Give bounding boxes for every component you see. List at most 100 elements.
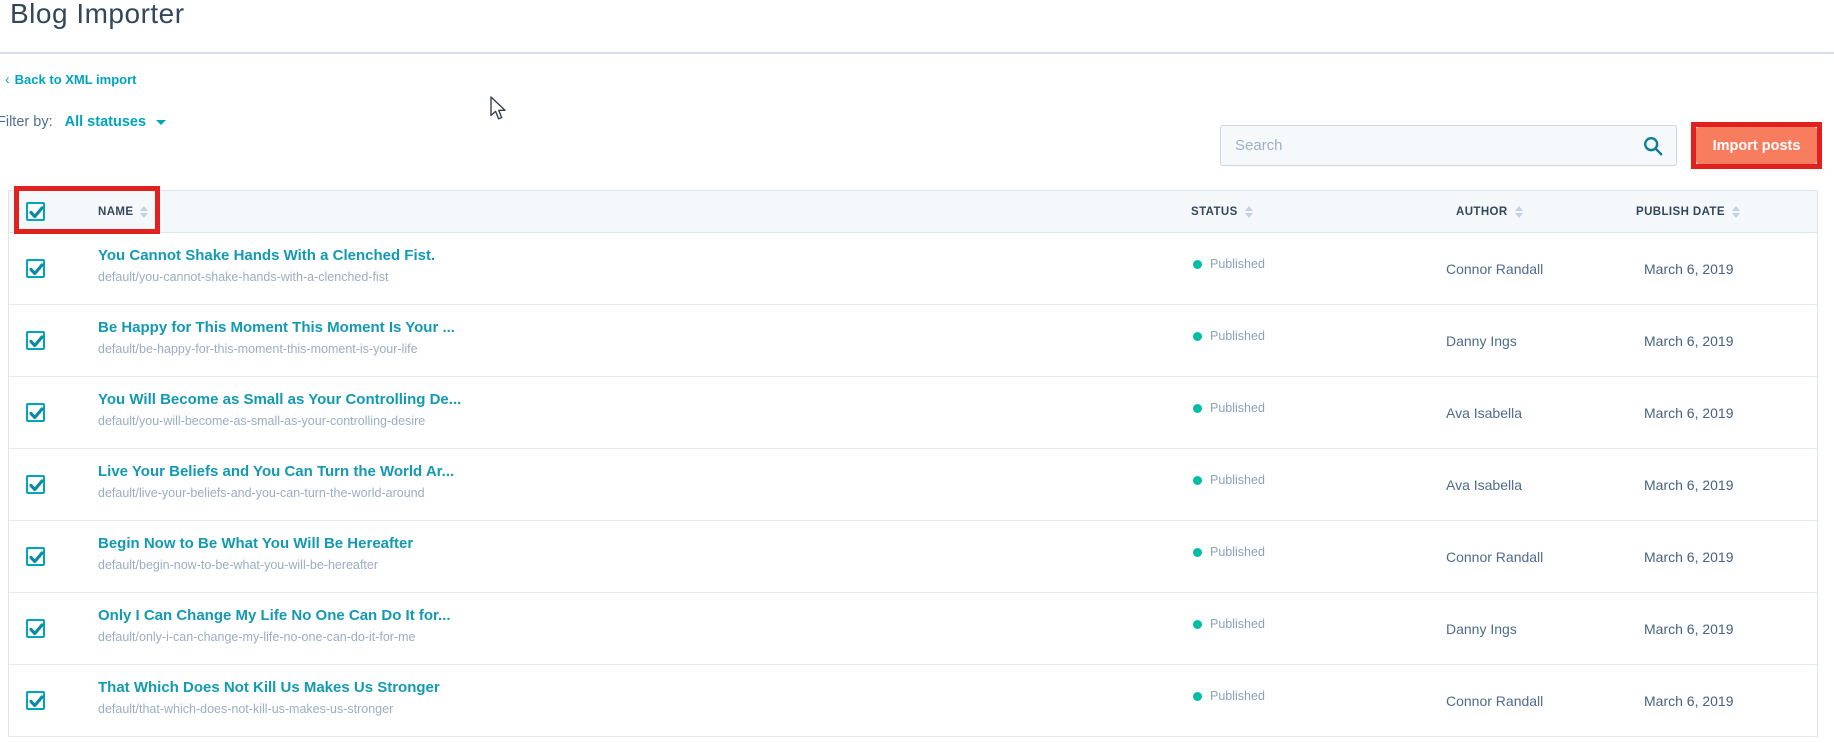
table-row[interactable]: Begin Now to Be What You Will Be Hereaft…: [9, 521, 1817, 593]
row-checkbox[interactable]: [26, 619, 45, 638]
published-status-dot-icon: [1193, 548, 1202, 557]
checkmark-icon: [29, 335, 44, 348]
table-row[interactable]: That Which Does Not Kill Us Makes Us Str…: [9, 665, 1817, 737]
post-name-cell: Only I Can Change My Life No One Can Do …: [98, 607, 451, 644]
post-publish-date: March 6, 2019: [1644, 693, 1734, 709]
column-header-publish-date[interactable]: PUBLISH DATE: [1636, 191, 1740, 233]
select-all-checkbox[interactable]: [26, 202, 45, 221]
column-header-name-label: NAME: [98, 206, 133, 218]
sort-icon: [140, 206, 148, 218]
post-slug: default/live-your-beliefs-and-you-can-tu…: [98, 486, 454, 500]
post-name-cell: Begin Now to Be What You Will Be Hereaft…: [98, 535, 413, 572]
import-posts-button[interactable]: Import posts: [1696, 127, 1817, 164]
post-publish-date: March 6, 2019: [1644, 621, 1734, 637]
post-status-label: Published: [1210, 257, 1265, 271]
checkmark-icon: [29, 623, 44, 636]
published-status-dot-icon: [1193, 404, 1202, 413]
status-filter-value: All statuses: [65, 114, 146, 130]
table-row[interactable]: You Will Become as Small as Your Control…: [9, 377, 1817, 449]
post-status-label: Published: [1210, 617, 1265, 631]
blog-importer-page: Blog Importer ‹ Back to XML import Filter…: [0, 0, 1834, 743]
row-checkbox[interactable]: [26, 403, 45, 422]
search-icon[interactable]: [1642, 135, 1664, 157]
post-slug: default/begin-now-to-be-what-you-will-be…: [98, 558, 413, 572]
post-status: Published: [1193, 401, 1265, 415]
posts-table: NAME STATUS AUTHOR PUBLISH DATE Yo: [8, 190, 1818, 737]
post-status-label: Published: [1210, 401, 1265, 415]
back-link-label: Back to XML import: [15, 72, 137, 87]
annotation-box-import-button: Import posts: [1691, 122, 1822, 169]
column-header-publish-date-label: PUBLISH DATE: [1636, 206, 1725, 218]
published-status-dot-icon: [1193, 332, 1202, 341]
chevron-left-icon: ‹: [5, 71, 10, 87]
post-title-link[interactable]: Only I Can Change My Life No One Can Do …: [98, 607, 451, 624]
post-author: Danny Ings: [1446, 621, 1517, 637]
column-header-author[interactable]: AUTHOR: [1456, 191, 1523, 233]
column-header-name[interactable]: NAME: [98, 191, 148, 233]
checkmark-icon: [29, 695, 44, 708]
post-author: Connor Randall: [1446, 549, 1543, 565]
table-header-row: NAME STATUS AUTHOR PUBLISH DATE: [9, 191, 1817, 233]
post-name-cell: That Which Does Not Kill Us Makes Us Str…: [98, 679, 440, 716]
published-status-dot-icon: [1193, 260, 1202, 269]
post-author: Connor Randall: [1446, 693, 1543, 709]
post-author: Ava Isabella: [1446, 405, 1522, 421]
post-status: Published: [1193, 545, 1265, 559]
row-checkbox[interactable]: [26, 475, 45, 494]
post-status: Published: [1193, 257, 1265, 271]
mouse-cursor: [487, 96, 509, 122]
post-publish-date: March 6, 2019: [1644, 261, 1734, 277]
column-header-status[interactable]: STATUS: [1191, 191, 1253, 233]
search-input[interactable]: [1221, 126, 1676, 165]
sort-icon: [1515, 206, 1523, 218]
post-status-label: Published: [1210, 473, 1265, 487]
chevron-down-icon: [156, 120, 166, 125]
post-publish-date: March 6, 2019: [1644, 333, 1734, 349]
sort-icon: [1732, 206, 1740, 218]
checkmark-icon: [29, 551, 44, 564]
post-title-link[interactable]: Be Happy for This Moment This Moment Is …: [98, 319, 455, 336]
post-publish-date: March 6, 2019: [1644, 477, 1734, 493]
post-slug: default/that-which-does-not-kill-us-make…: [98, 702, 440, 716]
post-slug: default/you-will-become-as-small-as-your…: [98, 414, 461, 428]
post-author: Ava Isabella: [1446, 477, 1522, 493]
post-title-link[interactable]: That Which Does Not Kill Us Makes Us Str…: [98, 679, 440, 696]
post-title-link[interactable]: Begin Now to Be What You Will Be Hereaft…: [98, 535, 413, 552]
row-checkbox[interactable]: [26, 331, 45, 350]
post-status-label: Published: [1210, 689, 1265, 703]
status-filter-dropdown[interactable]: All statuses: [65, 114, 166, 130]
post-status: Published: [1193, 473, 1265, 487]
checkmark-icon: [29, 263, 44, 276]
post-status: Published: [1193, 329, 1265, 343]
row-checkbox[interactable]: [26, 691, 45, 710]
post-title-link[interactable]: You Will Become as Small as Your Control…: [98, 391, 461, 408]
back-to-xml-import-link[interactable]: ‹ Back to XML import: [5, 71, 137, 87]
filter-by-label: Filter by:: [0, 114, 53, 130]
checkmark-icon: [29, 407, 44, 420]
page-title: Blog Importer: [10, 0, 185, 30]
row-checkbox[interactable]: [26, 259, 45, 278]
post-title-link[interactable]: You Cannot Shake Hands With a Clenched F…: [98, 247, 435, 264]
post-title-link[interactable]: Live Your Beliefs and You Can Turn the W…: [98, 463, 454, 480]
post-name-cell: You Cannot Shake Hands With a Clenched F…: [98, 247, 435, 284]
post-status: Published: [1193, 617, 1265, 631]
post-name-cell: Live Your Beliefs and You Can Turn the W…: [98, 463, 454, 500]
column-header-author-label: AUTHOR: [1456, 206, 1508, 218]
table-row[interactable]: You Cannot Shake Hands With a Clenched F…: [9, 233, 1817, 305]
row-checkbox[interactable]: [26, 547, 45, 566]
header-divider: [0, 52, 1834, 54]
table-row[interactable]: Be Happy for This Moment This Moment Is …: [9, 305, 1817, 377]
post-publish-date: March 6, 2019: [1644, 549, 1734, 565]
table-row[interactable]: Live Your Beliefs and You Can Turn the W…: [9, 449, 1817, 521]
post-author: Connor Randall: [1446, 261, 1543, 277]
post-slug: default/only-i-can-change-my-life-no-one…: [98, 630, 451, 644]
table-row[interactable]: Only I Can Change My Life No One Can Do …: [9, 593, 1817, 665]
sort-icon: [1245, 206, 1253, 218]
post-status: Published: [1193, 689, 1265, 703]
post-status-label: Published: [1210, 329, 1265, 343]
post-name-cell: You Will Become as Small as Your Control…: [98, 391, 461, 428]
filter-bar: Filter by: All statuses: [0, 114, 166, 130]
search-box: [1220, 125, 1677, 166]
post-author: Danny Ings: [1446, 333, 1517, 349]
table-body: You Cannot Shake Hands With a Clenched F…: [9, 233, 1817, 737]
